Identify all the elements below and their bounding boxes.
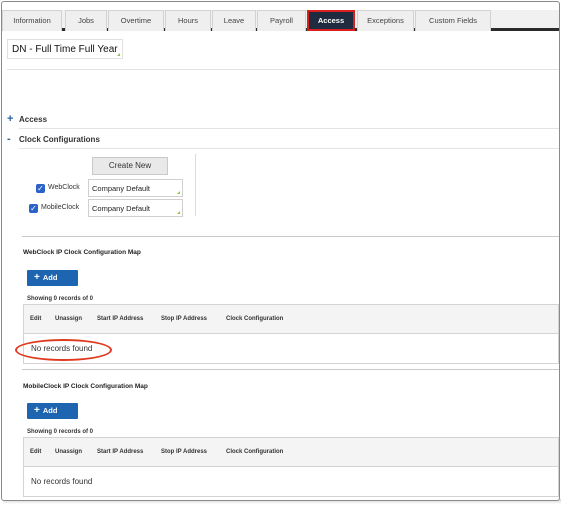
employee-selector[interactable]: DN - Full Time Full Year <box>7 39 123 59</box>
mobileclock-add-button[interactable]: + Add <box>27 403 78 419</box>
mobileclock-map-title: MobileClock IP Clock Configuration Map <box>23 383 148 390</box>
column-header[interactable]: Clock Configuration <box>226 438 283 466</box>
mobileclock-row: ✓ MobileClock Company Default <box>2 199 192 217</box>
webclock-add-label: Add <box>42 273 58 282</box>
mobileclock-grid-header: Edit Unassign Start IP Address Stop IP A… <box>23 437 559 467</box>
tab-bar: Information Jobs Overtime Hours Leave Pa… <box>2 10 559 31</box>
mobileclock-record-count: Showing 0 records of 0 <box>27 429 94 435</box>
column-header[interactable]: Stop IP Address <box>161 438 207 466</box>
webclock-row: ✓ WebClock Company Default <box>2 179 192 197</box>
tab-jobs[interactable]: Jobs <box>65 10 107 31</box>
webclock-map-title: WebClock IP Clock Configuration Map <box>23 249 141 256</box>
webclock-add-button[interactable]: + Add <box>27 270 78 286</box>
tab-information[interactable]: Information <box>2 10 62 31</box>
webclock-config-select[interactable]: Company Default <box>88 179 183 197</box>
expand-plus-icon[interactable]: + <box>7 114 13 125</box>
column-header[interactable]: Start IP Address <box>97 438 143 466</box>
create-new-button[interactable]: Create New <box>92 157 168 175</box>
webclock-label: WebClock <box>48 184 80 191</box>
plus-icon: + <box>34 405 40 416</box>
section-divider <box>22 369 559 370</box>
webclock-config-value: Company Default <box>92 184 150 193</box>
highlight-annotation <box>15 339 112 361</box>
tab-leave[interactable]: Leave <box>212 10 256 31</box>
tab-overtime[interactable]: Overtime <box>108 10 164 31</box>
resize-corner-icon <box>116 53 120 56</box>
plus-icon: + <box>34 272 40 283</box>
column-header[interactable]: Stop IP Address <box>161 305 207 333</box>
vertical-divider <box>195 154 196 216</box>
mobileclock-config-select[interactable]: Company Default <box>88 199 183 217</box>
divider <box>19 148 559 149</box>
mobileclock-label: MobileClock <box>41 204 80 211</box>
employee-title: DN - Full Time Full Year <box>12 44 118 55</box>
empty-state-text: No records found <box>31 477 93 486</box>
column-header[interactable]: Edit <box>30 305 41 333</box>
resize-corner-icon <box>177 191 180 194</box>
section-access[interactable]: Access <box>19 115 47 124</box>
column-header[interactable]: Edit <box>30 438 41 466</box>
section-divider <box>22 236 559 237</box>
mobileclock-config-value: Company Default <box>92 204 150 213</box>
resize-corner-icon <box>177 211 180 214</box>
webclock-grid-header: Edit Unassign Start IP Address Stop IP A… <box>23 304 559 334</box>
collapse-minus-icon[interactable]: - <box>7 134 11 145</box>
tab-custom-fields[interactable]: Custom Fields <box>415 10 491 31</box>
divider <box>19 128 559 129</box>
mobileclock-add-label: Add <box>42 406 58 415</box>
mobileclock-checkbox[interactable]: ✓ <box>29 204 38 213</box>
webclock-checkbox[interactable]: ✓ <box>36 184 45 193</box>
mobileclock-grid-body: No records found <box>23 467 559 497</box>
tab-access[interactable]: Access <box>307 10 355 31</box>
webclock-record-count: Showing 0 records of 0 <box>27 296 94 302</box>
tab-exceptions[interactable]: Exceptions <box>357 10 414 31</box>
section-clock-configurations[interactable]: Clock Configurations <box>19 135 100 144</box>
window-frame: Information Jobs Overtime Hours Leave Pa… <box>1 1 560 501</box>
tab-hours[interactable]: Hours <box>165 10 211 31</box>
column-header[interactable]: Unassign <box>55 438 82 466</box>
column-header[interactable]: Clock Configuration <box>226 305 283 333</box>
tab-payroll[interactable]: Payroll <box>257 10 306 31</box>
column-header[interactable]: Unassign <box>55 305 82 333</box>
divider <box>7 69 559 70</box>
column-header[interactable]: Start IP Address <box>97 305 143 333</box>
